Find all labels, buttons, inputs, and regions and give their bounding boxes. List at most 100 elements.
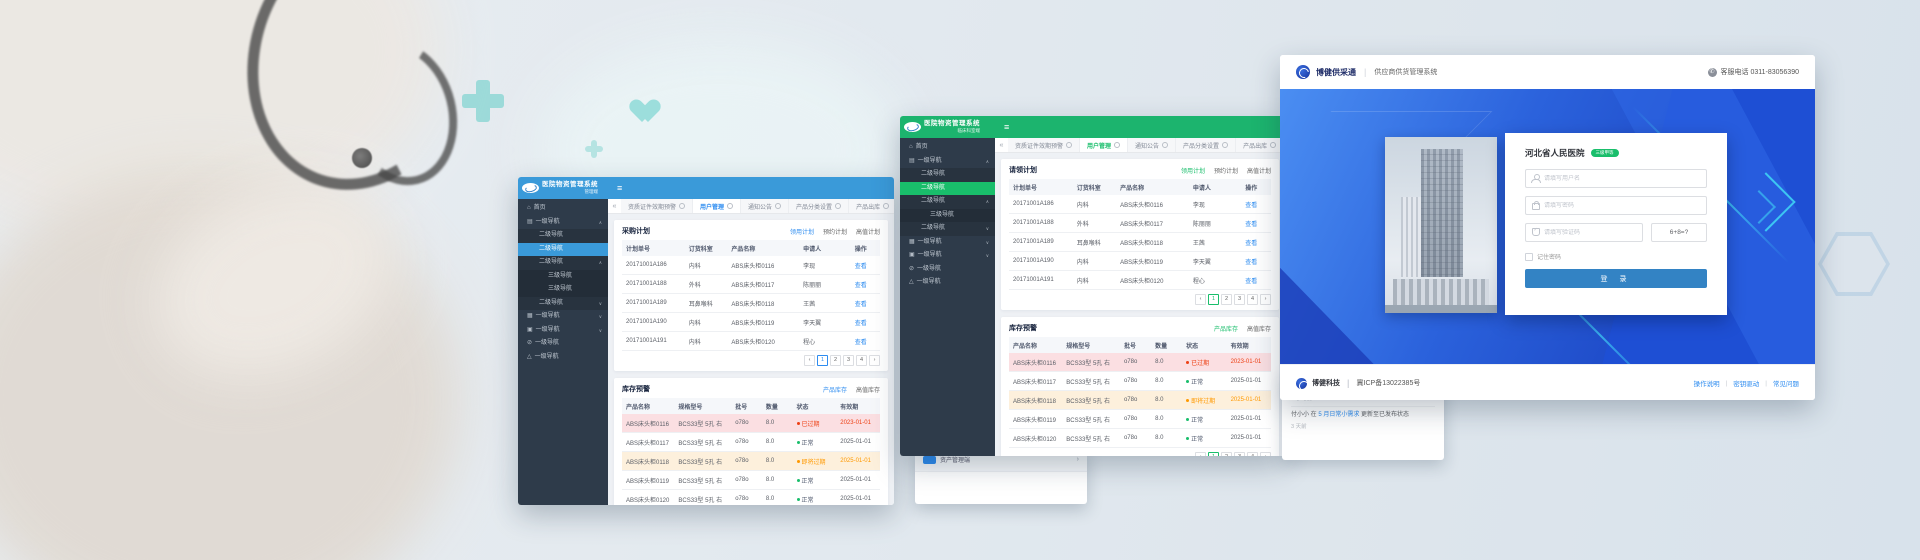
page-2[interactable]: 2 (830, 355, 841, 366)
tab-用户管理[interactable]: 用户管理 (1080, 138, 1128, 152)
link-领用计划[interactable]: 领用计划 (790, 227, 814, 236)
sidebar-item[interactable]: 二级导航∨ (900, 222, 995, 236)
page-4[interactable]: 4 (1247, 452, 1258, 456)
link-预约计划[interactable]: 预约计划 (823, 227, 847, 236)
captcha-question[interactable]: 6+8=? (1651, 223, 1707, 242)
page-1[interactable]: 1 (817, 355, 828, 366)
sidebar-item[interactable]: 三级导航 (518, 283, 608, 297)
view-link[interactable]: 查看 (1245, 260, 1257, 266)
sidebar-item[interactable]: ▣一级导航∨ (900, 249, 995, 263)
view-link[interactable]: 查看 (855, 321, 867, 327)
sidebar-item[interactable]: ▦一级导航∨ (518, 310, 608, 324)
page-1[interactable]: 1 (1208, 294, 1219, 305)
password-input[interactable] (1526, 202, 1706, 210)
link-高值计划[interactable]: 高值计划 (856, 227, 880, 236)
footer-link-常见问题[interactable]: 常见问题 (1773, 378, 1799, 388)
view-link[interactable]: 查看 (855, 264, 867, 270)
tab-通知公告[interactable]: 通知公告 (1128, 138, 1176, 152)
hamburger-menu-icon[interactable]: ≡ (1004, 122, 1009, 132)
view-link[interactable]: 查看 (1245, 222, 1257, 228)
view-link[interactable]: 查看 (855, 283, 867, 289)
sidebar-item[interactable]: △一级导航 (900, 276, 995, 290)
next-page-icon[interactable]: › (869, 355, 880, 366)
feed-link[interactable]: 5 月日常小需求 (1318, 412, 1359, 418)
tab-用户管理[interactable]: 用户管理 (693, 199, 741, 213)
sidebar-item[interactable]: △一级导航 (518, 351, 608, 365)
captcha-input[interactable] (1526, 229, 1642, 237)
icp-number[interactable]: 冀ICP备13022385号 (1357, 378, 1421, 388)
sidebar-item[interactable]: ⊘一级导航 (900, 263, 995, 277)
sidebar-item[interactable]: 二级导航 (900, 168, 995, 182)
sidebar-item[interactable]: 二级导航∧ (518, 256, 608, 270)
link-高值库存[interactable]: 高值库存 (856, 385, 880, 394)
sidebar-item[interactable]: 二级导航 (518, 243, 608, 257)
view-link[interactable]: 查看 (855, 340, 867, 346)
sidebar-item[interactable]: ⌂首页 (900, 141, 995, 155)
tab-产品分类设置[interactable]: 产品分类设置 (789, 199, 849, 213)
table-cell: 内科 (1073, 195, 1116, 214)
sidebar-item[interactable]: 二级导航∨ (518, 297, 608, 311)
sidebar: ⌂首页▤一级导航∧二级导航二级导航二级导航∧三级导航二级导航∨▦一级导航∨▣一级… (900, 138, 995, 456)
page-3[interactable]: 3 (1234, 294, 1245, 305)
page-4[interactable]: 4 (856, 355, 867, 366)
next-page-icon[interactable]: › (1260, 452, 1271, 456)
remember-label: 记住密码 (1537, 252, 1561, 261)
tab-产品出库[interactable]: 产品出库 (1236, 138, 1284, 152)
sidebar-item[interactable]: ⌂首页 (518, 202, 608, 216)
sidebar-item[interactable]: 三级导航 (518, 270, 608, 284)
tab-资质证件效期预警[interactable]: 资质证件效期预警 (1008, 138, 1080, 152)
page-3[interactable]: 3 (1234, 452, 1245, 456)
feed-item[interactable]: 付小小 在 5 月日常小需求 更新至已发布状态3 天前 (1291, 407, 1435, 434)
page-2[interactable]: 2 (1221, 452, 1232, 456)
table-cell: 2025-01-01 (836, 433, 880, 452)
sidebar-item[interactable]: ▣一级导航∨ (518, 324, 608, 338)
sidebar-item[interactable]: 三级导航 (900, 209, 995, 223)
table-cell: 20171001A191 (622, 332, 685, 351)
link-预约计划[interactable]: 预约计划 (1214, 166, 1238, 175)
link-高值计划[interactable]: 高值计划 (1247, 166, 1271, 175)
sidebar-item[interactable]: ▤一级导航∧ (518, 216, 608, 230)
page-3[interactable]: 3 (843, 355, 854, 366)
chevron-up-icon: ∧ (599, 256, 602, 270)
username-input[interactable] (1526, 175, 1706, 183)
collapse-tabs-icon[interactable]: « (608, 203, 621, 210)
table-cell: 20171001A189 (1009, 233, 1073, 252)
sidebar-item-label: 一级导航 (535, 337, 559, 351)
sidebar-item[interactable]: ⊘一级导航 (518, 337, 608, 351)
sidebar-item[interactable]: 二级导航∧ (900, 195, 995, 209)
table-header-row: 计划单号订货科室产品名称申请人操作 (1009, 179, 1271, 195)
table-cell: ABS床头柜0118 (727, 294, 799, 313)
hamburger-menu-icon[interactable]: ≡ (617, 183, 622, 193)
sidebar-item[interactable]: 二级导航 (900, 182, 995, 196)
prev-page-icon[interactable]: ‹ (1195, 294, 1206, 305)
link-产品库存[interactable]: 产品库存 (1214, 324, 1238, 333)
plan-card: 请领计划领用计划预约计划高值计划计划单号订货科室产品名称申请人操作2017100… (1001, 159, 1279, 310)
prev-page-icon[interactable]: ‹ (1195, 452, 1206, 456)
collapse-tabs-icon[interactable]: « (995, 142, 1008, 149)
view-link[interactable]: 查看 (1245, 203, 1257, 209)
page-1[interactable]: 1 (1208, 452, 1219, 456)
view-link[interactable]: 查看 (855, 302, 867, 308)
view-link[interactable]: 查看 (1245, 279, 1257, 285)
tab-通知公告[interactable]: 通知公告 (741, 199, 789, 213)
tab-资质证件效期预警[interactable]: 资质证件效期预警 (621, 199, 693, 213)
tab-产品出库[interactable]: 产品出库 (849, 199, 894, 213)
page-2[interactable]: 2 (1221, 294, 1232, 305)
tab-bar: « 资质证件效期预警用户管理通知公告产品分类设置产品出库 (608, 199, 894, 214)
link-产品库存[interactable]: 产品库存 (823, 385, 847, 394)
link-领用计划[interactable]: 领用计划 (1181, 166, 1205, 175)
view-link[interactable]: 查看 (1245, 241, 1257, 247)
link-高值库存[interactable]: 高值库存 (1247, 324, 1271, 333)
sidebar-item[interactable]: 二级导航 (518, 229, 608, 243)
column-header: 订货科室 (1073, 179, 1116, 195)
footer-link-操作说明[interactable]: 操作说明 (1694, 378, 1720, 388)
sidebar-item[interactable]: ▦一级导航∨ (900, 236, 995, 250)
remember-checkbox[interactable] (1525, 253, 1533, 261)
sidebar-item[interactable]: ▤一级导航∧ (900, 155, 995, 169)
login-button[interactable]: 登 录 (1525, 269, 1707, 288)
page-4[interactable]: 4 (1247, 294, 1258, 305)
tab-产品分类设置[interactable]: 产品分类设置 (1176, 138, 1236, 152)
footer-link-密钥驱动[interactable]: 密钥驱动 (1733, 378, 1759, 388)
next-page-icon[interactable]: › (1260, 294, 1271, 305)
prev-page-icon[interactable]: ‹ (804, 355, 815, 366)
